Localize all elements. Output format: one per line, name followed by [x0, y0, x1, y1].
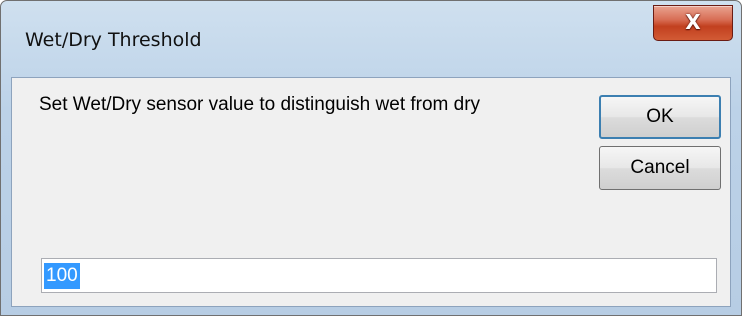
- cancel-button[interactable]: Cancel: [599, 146, 721, 190]
- title-bar[interactable]: Wet/Dry Threshold X: [1, 1, 741, 77]
- dialog-title: Wet/Dry Threshold: [25, 29, 202, 51]
- close-icon: X: [685, 10, 701, 34]
- threshold-value-selected: 100: [44, 263, 80, 289]
- prompt-label: Set Wet/Dry sensor value to distinguish …: [39, 94, 481, 115]
- threshold-input[interactable]: 100: [41, 258, 717, 293]
- dialog-window: Wet/Dry Threshold X Set Wet/Dry sensor v…: [0, 0, 742, 316]
- dialog-body: Set Wet/Dry sensor value to distinguish …: [11, 77, 731, 307]
- close-button[interactable]: X: [653, 5, 733, 41]
- ok-button[interactable]: OK: [599, 95, 721, 139]
